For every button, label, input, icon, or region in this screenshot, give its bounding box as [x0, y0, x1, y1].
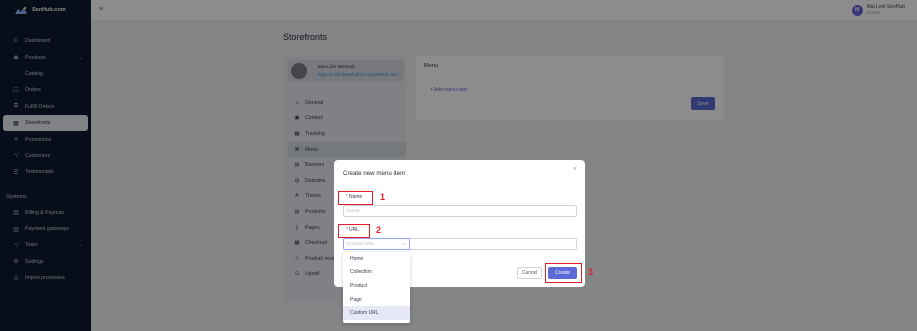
dropdown-option-page[interactable]: Page: [343, 293, 410, 307]
name-input[interactable]: Name: [343, 205, 577, 217]
url-select-value: Custom URL: [347, 241, 375, 247]
annotation-number-1: 1: [380, 192, 386, 202]
annotation-number-3: 3: [588, 267, 594, 277]
annotation-box-create: [545, 263, 582, 283]
cancel-button[interactable]: Cancel: [517, 267, 542, 279]
dropdown-option-product[interactable]: Product: [343, 279, 410, 293]
url-type-dropdown: Home Collection Product Page Custom URL: [343, 252, 410, 323]
annotation-number-2: 2: [376, 225, 382, 235]
dropdown-option-collection[interactable]: Collection: [343, 266, 410, 280]
modal-title: Create new menu item: [343, 170, 406, 177]
chevron-down-icon: ⌄: [401, 241, 406, 247]
annotation-box-url: [338, 224, 370, 238]
url-input[interactable]: [410, 238, 577, 250]
close-icon[interactable]: ×: [573, 166, 577, 173]
url-type-select[interactable]: Custom URL ⌄: [343, 238, 410, 250]
dropdown-option-custom-url[interactable]: Custom URL: [343, 306, 410, 320]
dropdown-option-home[interactable]: Home: [343, 252, 410, 266]
annotation-box-name: [338, 191, 373, 205]
